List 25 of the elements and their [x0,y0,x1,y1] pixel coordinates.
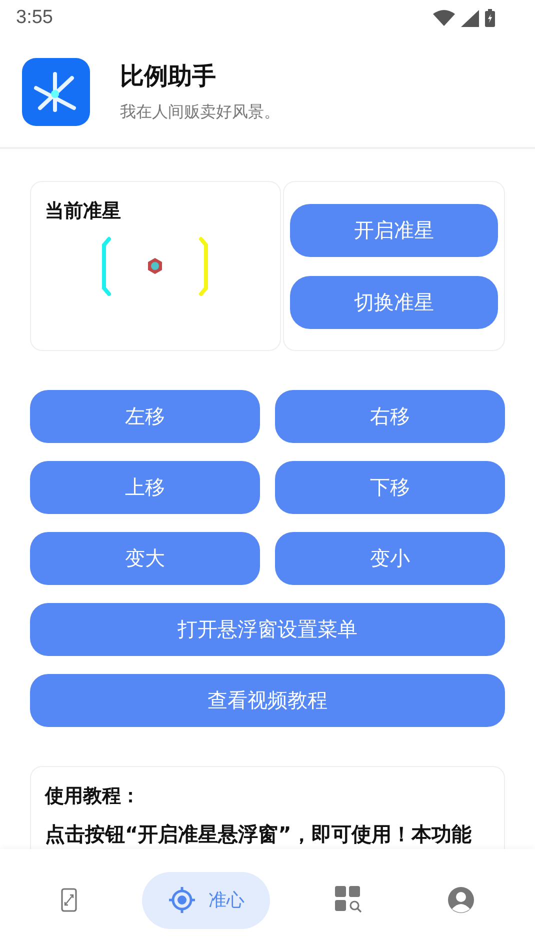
control-button[interactable]: 左移 [30,390,260,443]
card-title: 当前准星 [45,199,121,224]
tutorial-text: 点击按钮“开启准星悬浮窗”，即可使用！本功能 [45,821,472,848]
control-button[interactable]: 下移 [275,461,505,514]
profile-icon [446,886,475,914]
crosshair-icon [168,886,196,914]
control-button[interactable]: 查看视频教程 [30,674,505,727]
status-time: 3:55 [16,7,53,29]
tutorial-title: 使用教程： [45,784,141,809]
apps-search-icon [334,886,363,914]
control-button[interactable]: 变大 [30,532,260,585]
control-button[interactable]: 右移 [275,390,505,443]
signal-icon [461,10,479,26]
action-button[interactable]: 切换准星 [290,276,498,328]
app-logo-icon [22,58,90,126]
battery-icon [485,9,495,27]
control-button[interactable]: 上移 [30,461,260,514]
app-title: 比例助手 [120,61,217,92]
control-button[interactable]: 打开悬浮窗设置菜单 [30,603,505,656]
app-subtitle: 我在人间贩卖好风景。 [120,102,280,123]
action-button[interactable]: 开启准星 [290,204,498,256]
wifi-icon [433,10,455,26]
control-button[interactable]: 变小 [275,532,505,585]
nav-tab[interactable]: 准心 [142,872,270,928]
phone-icon [60,888,78,912]
